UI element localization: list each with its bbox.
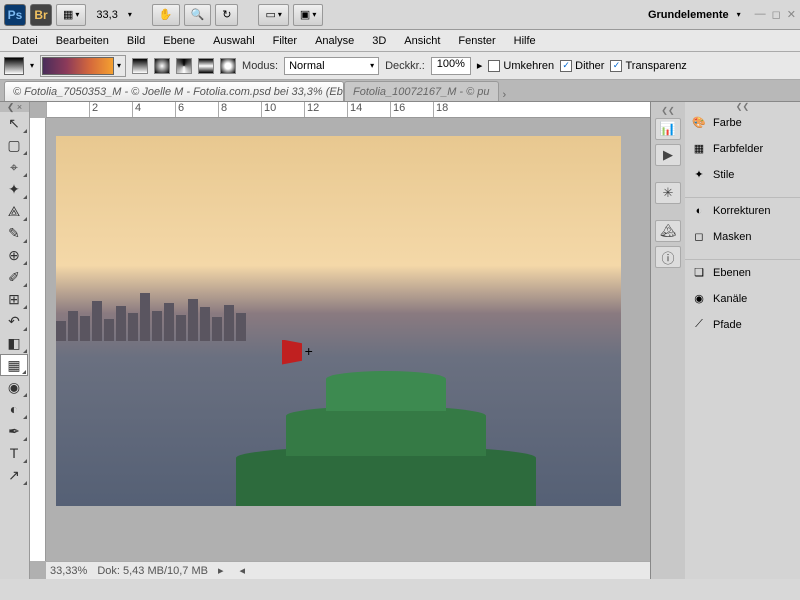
view-layout-button[interactable]: ▦▾ — [56, 4, 86, 26]
menu-hilfe[interactable]: Hilfe — [506, 32, 544, 50]
status-bar: 33,33% Dok: 5,43 MB/10,7 MB ▸ ◂ — [46, 561, 650, 579]
panel-ebenen[interactable]: ❏Ebenen — [685, 260, 800, 286]
layers-icon: ❏ — [691, 265, 707, 281]
ruler-vertical[interactable] — [30, 118, 46, 561]
panel-korrekturen[interactable]: ◐Korrekturen — [685, 198, 800, 224]
landscape-panel-icon[interactable]: 🏔 — [655, 220, 681, 242]
document-tabs: © Fotolia_7050353_M - © Joelle M - Fotol… — [0, 80, 800, 102]
info-panel-icon[interactable]: ⓘ — [655, 246, 681, 268]
menu-3d[interactable]: 3D — [364, 32, 394, 50]
paths-icon: ⟋ — [691, 317, 707, 333]
close-icon[interactable]: ✕ — [787, 8, 796, 21]
wand-tool-icon[interactable]: ✦ — [0, 178, 28, 200]
panel-list: ❮❮ 🎨Farbe ▦Farbfelder ✦Stile ◐Korrekture… — [685, 102, 800, 579]
gradient-tool-icon[interactable] — [4, 57, 24, 75]
navigator-panel-icon[interactable]: ▶ — [655, 144, 681, 166]
menu-bar: Datei Bearbeiten Bild Ebene Auswahl Filt… — [0, 30, 800, 52]
gradient-tool-icon[interactable]: ▦ — [0, 354, 28, 376]
menu-analyse[interactable]: Analyse — [307, 32, 362, 50]
blend-mode-select[interactable]: Normal▾ — [284, 57, 379, 75]
blur-tool-icon[interactable]: ◉ — [0, 376, 28, 398]
palette-icon: 🎨 — [691, 115, 707, 131]
reflected-gradient-icon[interactable] — [198, 58, 214, 74]
status-doc-info[interactable]: Dok: 5,43 MB/10,7 MB — [97, 565, 208, 577]
menu-datei[interactable]: Datei — [4, 32, 46, 50]
brush-tool-icon[interactable]: ✐ — [0, 266, 28, 288]
opacity-input[interactable]: 100% — [431, 57, 471, 75]
styles-icon: ✦ — [691, 167, 707, 183]
menu-ebene[interactable]: Ebene — [155, 32, 203, 50]
angle-gradient-icon[interactable] — [176, 58, 192, 74]
path-tool-icon[interactable]: ↗ — [0, 464, 28, 486]
menu-filter[interactable]: Filter — [265, 32, 305, 50]
panel-kanale[interactable]: ◉Kanäle — [685, 286, 800, 312]
menu-bild[interactable]: Bild — [119, 32, 153, 50]
type-tool-icon[interactable]: T — [0, 442, 28, 464]
marquee-tool-icon[interactable]: ▢ — [0, 134, 28, 156]
canvas-area: 24681012141618 + 33,33% Dok: 5,43 MB/10,… — [30, 102, 650, 579]
dither-checkbox[interactable]: ✓Dither — [560, 60, 604, 72]
arrange-docs-button[interactable]: ▭▾ — [258, 4, 288, 26]
canvas-viewport[interactable]: + — [46, 118, 650, 561]
tool-panel: ❮ × ↖ ▢ ⌖ ✦ ⟁ ✎ ⊕ ✐ ⊞ ↶ ◧ ▦ ◉ ◐ ✒ T ↗ — [0, 102, 30, 579]
eraser-tool-icon[interactable]: ◧ — [0, 332, 28, 354]
diamond-gradient-icon[interactable] — [220, 58, 236, 74]
lasso-tool-icon[interactable]: ⌖ — [0, 156, 28, 178]
crop-tool-icon[interactable]: ⟁ — [0, 200, 28, 222]
strip-grip-icon[interactable]: ❮❮ — [651, 106, 685, 114]
photoshop-logo-icon[interactable]: Ps — [4, 4, 26, 26]
history-brush-icon[interactable]: ↶ — [0, 310, 28, 332]
screen-mode-button[interactable]: ▣▾ — [293, 4, 323, 26]
rotate-view-shortcut[interactable]: ↻ — [215, 4, 238, 26]
hand-tool-shortcut[interactable]: ✋ — [152, 4, 180, 26]
stamp-tool-icon[interactable]: ⊞ — [0, 288, 28, 310]
minimize-icon[interactable]: — — [755, 8, 766, 21]
move-tool-icon[interactable]: ↖ — [0, 112, 28, 134]
eyedropper-tool-icon[interactable]: ✎ — [0, 222, 28, 244]
healing-tool-icon[interactable]: ⊕ — [0, 244, 28, 266]
modus-label: Modus: — [242, 60, 278, 72]
menu-fenster[interactable]: Fenster — [450, 32, 503, 50]
zoom-tool-shortcut[interactable]: 🔍 — [184, 4, 212, 26]
swatches-icon: ▦ — [691, 141, 707, 157]
status-zoom[interactable]: 33,33% — [50, 565, 87, 577]
panel-masken[interactable]: ◻Masken — [685, 224, 800, 250]
document-canvas[interactable]: + — [56, 136, 621, 506]
dodge-tool-icon[interactable]: ◐ — [0, 398, 28, 420]
pen-tool-icon[interactable]: ✒ — [0, 420, 28, 442]
panel-farbe[interactable]: 🎨Farbe — [685, 110, 800, 136]
bridge-logo-icon[interactable]: Br — [30, 4, 52, 26]
panel-stile[interactable]: ✦Stile — [685, 162, 800, 188]
panel-pfade[interactable]: ⟋Pfade — [685, 312, 800, 338]
menu-ansicht[interactable]: Ansicht — [396, 32, 448, 50]
adjustments-icon: ◐ — [691, 203, 707, 219]
list-grip-icon[interactable]: ❮❮ — [685, 102, 800, 110]
panel-farbfelder[interactable]: ▦Farbfelder — [685, 136, 800, 162]
opacity-label: Deckkr.: — [385, 60, 425, 72]
right-panel-dock: ❮❮ 📊 ▶ ✳ 🏔 ⓘ ❮❮ 🎨Farbe ▦Farbfelder ✦Stil… — [650, 102, 800, 579]
collapsed-panel-strip: ❮❮ 📊 ▶ ✳ 🏔 ⓘ — [651, 102, 685, 579]
reverse-checkbox[interactable]: Umkehren — [488, 60, 554, 72]
ruler-horizontal[interactable]: 24681012141618 — [46, 102, 650, 118]
options-bar: ▾ ▾ Modus: Normal▾ Deckkr.: 100%▸ Umkehr… — [0, 52, 800, 80]
wheel-panel-icon[interactable]: ✳ — [655, 182, 681, 204]
workspace-switcher[interactable]: Grundelemente — [648, 9, 729, 21]
radial-gradient-icon[interactable] — [154, 58, 170, 74]
menu-auswahl[interactable]: Auswahl — [205, 32, 263, 50]
linear-gradient-icon[interactable] — [132, 58, 148, 74]
histogram-panel-icon[interactable]: 📊 — [655, 118, 681, 140]
panel-grip-icon[interactable]: ❮ × — [0, 102, 29, 112]
document-tab-inactive[interactable]: Fotolia_10072167_M - © pu — [344, 81, 499, 101]
menu-bearbeiten[interactable]: Bearbeiten — [48, 32, 117, 50]
masks-icon: ◻ — [691, 229, 707, 245]
gradient-preview[interactable] — [42, 57, 114, 75]
tab-nav-arrows[interactable]: › — [503, 89, 507, 101]
maximize-icon[interactable]: ◻ — [772, 8, 781, 21]
transparency-checkbox[interactable]: ✓Transparenz — [610, 60, 686, 72]
channels-icon: ◉ — [691, 291, 707, 307]
document-tab-active[interactable]: © Fotolia_7050353_M - © Joelle M - Fotol… — [4, 81, 344, 101]
zoom-readout[interactable]: 33,3 — [90, 9, 123, 21]
app-topbar: Ps Br ▦▾ 33,3▾ ✋ 🔍 ↻ ▭▾ ▣▾ Grundelemente… — [0, 0, 800, 30]
